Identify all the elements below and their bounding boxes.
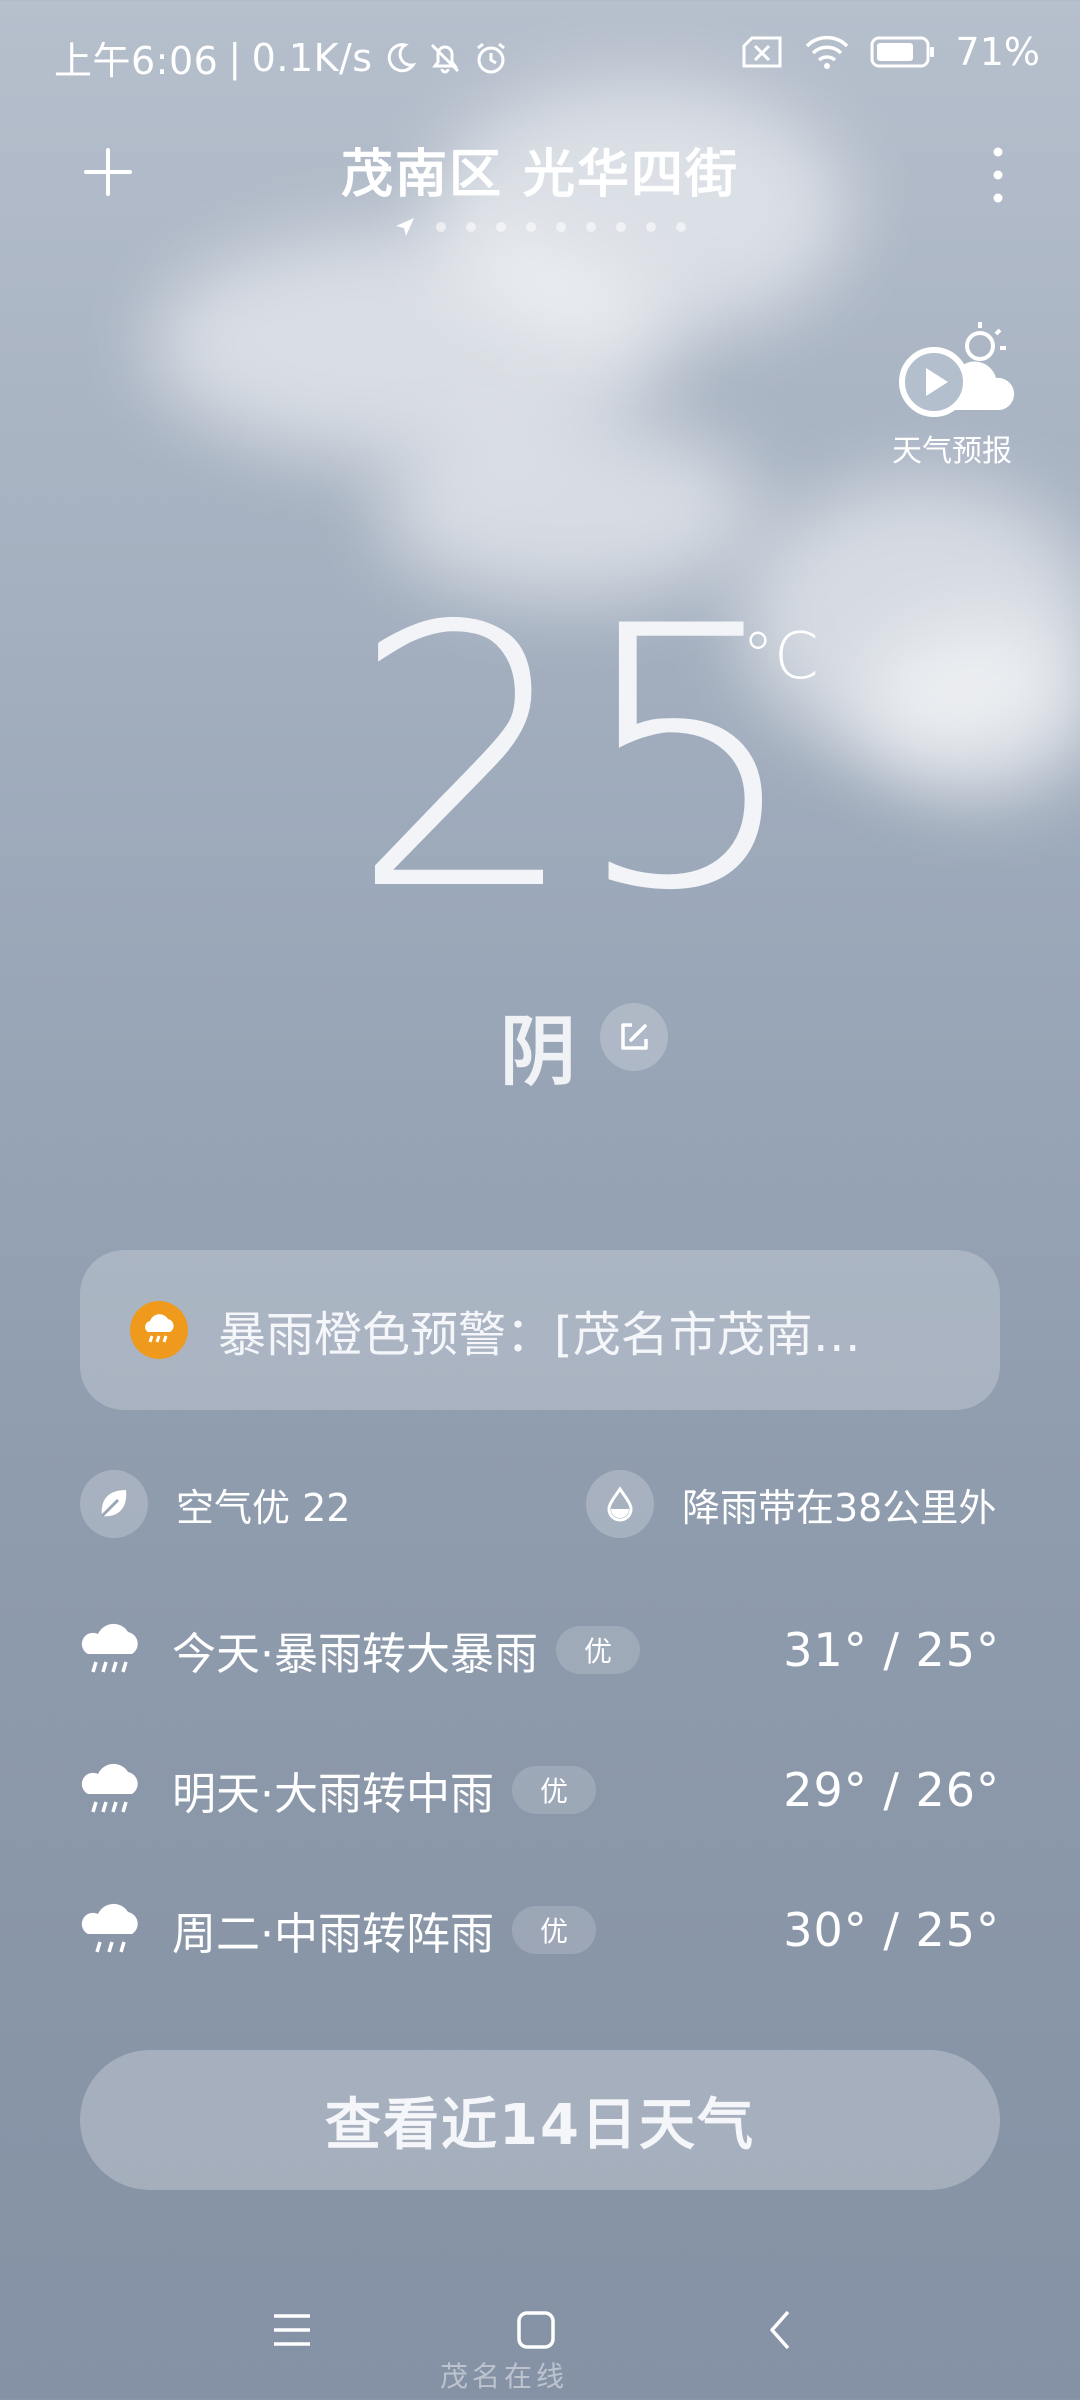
page-dot [466, 222, 476, 232]
more-vertical-icon [993, 147, 1003, 203]
alert-text: 暴雨橙色预警：[茂名市茂南… [218, 1307, 861, 1363]
location-title[interactable]: 茂南区 光华四街 [0, 132, 1080, 207]
page-dot [556, 222, 566, 232]
header: 茂南区 光华四街 [0, 120, 1080, 240]
feedback-button[interactable] [600, 1003, 668, 1071]
daily-forecast-row[interactable]: 明天·大雨转中雨 优 29° / 26° [80, 1745, 1000, 1835]
page-dot [526, 222, 536, 232]
rainstorm-warning-icon [130, 1301, 188, 1359]
daily-forecast-row[interactable]: 今天·暴雨转大暴雨 优 31° / 25° [80, 1605, 1000, 1695]
page-dot [586, 222, 596, 232]
heavy-rain-icon [81, 1763, 138, 1813]
edit-icon [621, 1023, 648, 1050]
bell-muted-icon [427, 40, 463, 76]
battery-percent: 71% [955, 30, 1040, 74]
rain-band-text: 降雨带在38公里外 [682, 1485, 997, 1530]
weather-forecast-video-button[interactable]: 天气预报 [892, 320, 1022, 470]
moon-icon [383, 41, 417, 75]
status-net-speed: 0.1K/s [251, 35, 373, 80]
status-divider: | [228, 35, 242, 80]
view-14-day-forecast-button[interactable]: 查看近14日天气 [80, 2050, 1000, 2190]
daily-forecast-label: 今天·暴雨转大暴雨 [172, 1629, 538, 1680]
battery-icon [870, 35, 936, 69]
city-page-indicator [0, 216, 1080, 238]
recent-apps-button[interactable] [262, 2300, 322, 2360]
play-cloud-icon [899, 322, 1015, 417]
current-temperature: 25 [350, 550, 802, 969]
cloud-decoration [860, 620, 1080, 800]
daily-temperature-range: 30° / 25° [783, 1903, 1000, 1957]
air-quality-text: 空气优 22 [176, 1485, 351, 1530]
raindrop-icon [586, 1470, 654, 1538]
watermark-logo: 茂名在线 [440, 2360, 569, 2393]
location-arrow-icon [396, 218, 414, 236]
daily-temperature-range: 31° / 25° [783, 1623, 1000, 1677]
no-sim-icon [740, 36, 784, 68]
weather-forecast-label: 天气预报 [892, 434, 1012, 469]
status-time: 上午6:06 [54, 39, 219, 83]
home-square-icon [517, 2311, 555, 2349]
daily-forecast-row[interactable]: 周二·中雨转阵雨 优 30° / 25° [80, 1885, 1000, 1975]
back-button[interactable] [752, 2300, 812, 2360]
back-chevron-icon [770, 2310, 790, 2350]
current-condition: 阴 [500, 1007, 576, 1096]
wifi-icon [804, 34, 850, 70]
menu-icon [274, 2314, 310, 2346]
home-button[interactable] [506, 2300, 566, 2360]
page-dot [436, 222, 446, 232]
page-dot [496, 222, 506, 232]
aqi-badge: 优 [512, 1906, 597, 1954]
aqi-badge: 优 [512, 1766, 597, 1814]
temperature-unit: °C [742, 620, 819, 694]
daily-forecast-label: 周二·中雨转阵雨 [172, 1909, 494, 1960]
air-quality-item[interactable]: 空气优 22 [80, 1470, 350, 1538]
page-dot [676, 222, 686, 232]
leaf-icon [80, 1470, 148, 1538]
heavy-rain-icon [81, 1623, 138, 1673]
rain-band-item[interactable]: 降雨带在38公里外 [586, 1470, 996, 1538]
aqi-badge: 优 [556, 1626, 641, 1674]
alarm-icon [473, 40, 509, 76]
more-options-button[interactable] [978, 140, 1018, 210]
page-dot [616, 222, 626, 232]
status-bar: 上午6:06 | 0.1K/s 71% [0, 0, 1080, 100]
page-dot [646, 222, 656, 232]
moderate-rain-icon [81, 1903, 138, 1953]
daily-forecast-label: 明天·大雨转中雨 [172, 1769, 494, 1820]
weather-alert-banner[interactable]: 暴雨橙色预警：[茂名市茂南… [80, 1250, 1000, 1410]
daily-temperature-range: 29° / 26° [783, 1763, 1000, 1817]
